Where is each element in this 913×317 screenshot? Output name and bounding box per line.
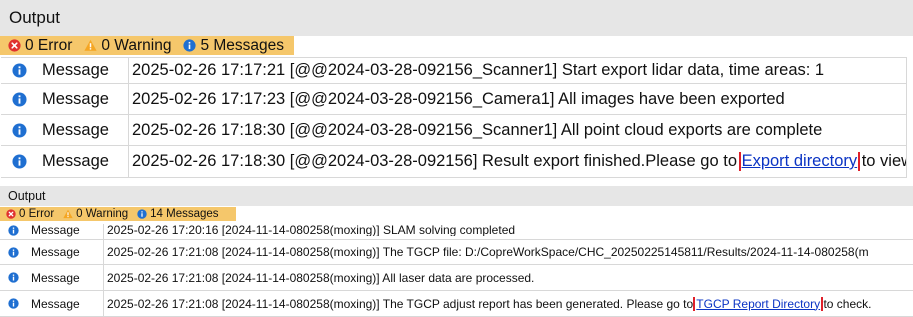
message-type-cell: Message [0,224,104,239]
filter-bar: 0 Error 0 Warning 14 Messages [0,207,236,221]
tgcp-report-directory-link[interactable]: TGCP Report Directory [693,296,824,311]
message-type-label: Message [31,270,80,285]
info-icon [8,298,19,309]
warning-filter-label: 0 Warning [101,36,172,54]
warning-filter-label: 0 Warning [76,208,129,220]
message-text: 2025-02-26 17:17:23 [@@2024-03-28-092156… [132,89,785,108]
table-row[interactable]: Message 2025-02-26 17:17:23 [@@2024-03-2… [1,84,907,115]
info-icon [137,209,147,219]
output-panel-top: Output 0 Error 0 Warning 5 Messages Mess… [0,0,913,178]
message-type-label: Message [31,296,80,311]
message-type-cell: Message [1,58,129,83]
error-filter-button[interactable]: 0 Error [8,37,72,55]
table-row[interactable]: Message 2025-02-26 17:18:30 [@@2024-03-2… [1,146,907,178]
panel-title-text: Output [8,189,46,203]
warning-filter-button[interactable]: 0 Warning [84,37,171,55]
panel-title: Output [0,0,913,36]
table-row[interactable]: Message 2025-02-26 17:17:21 [@@2024-03-2… [1,58,907,84]
error-icon [6,209,16,219]
info-icon [183,39,196,52]
error-icon [8,39,21,52]
warning-icon [63,209,73,219]
info-icon [12,154,27,169]
message-text-before: 2025-02-26 17:21:08 [2024-11-14-080258(m… [107,296,697,311]
panel-title-text: Output [9,8,61,27]
message-list: Message 2025-02-26 17:17:21 [@@2024-03-2… [1,57,907,178]
message-list: Message 2025-02-26 17:20:16 [2024-11-14-… [0,224,913,317]
message-type-cell: Message [1,146,129,177]
message-text: 2025-02-26 17:21:08 [2024-11-14-080258(m… [104,296,913,311]
info-icon [12,63,27,78]
message-type-label: Message [42,61,109,79]
table-row[interactable]: Message 2025-02-26 17:21:08 [2024-11-14-… [0,240,913,265]
message-text-after: to check. [820,296,872,311]
message-text: 2025-02-26 17:17:21 [@@2024-03-28-092156… [132,61,825,79]
table-row[interactable]: Message 2025-02-26 17:20:16 [2024-11-14-… [0,224,913,240]
message-type-cell: Message [1,115,129,145]
message-type-cell: Message [0,240,104,264]
message-text-before: 2025-02-26 17:18:30 [@@2024-03-28-092156… [132,152,742,170]
warning-filter-button[interactable]: 0 Warning [63,208,128,220]
panel-title: Output [0,186,913,206]
message-text: 2025-02-26 17:20:16 [2024-11-14-080258(m… [107,224,516,236]
message-text: 2025-02-26 17:18:30 [@@2024-03-28-092156… [129,152,907,171]
message-type-label: Message [42,152,109,170]
message-text: 2025-02-26 17:18:30 [@@2024-03-28-092156… [132,120,823,139]
info-icon [12,92,27,107]
message-text: 2025-02-26 17:21:08 [2024-11-14-080258(m… [107,270,535,285]
table-row[interactable]: Message 2025-02-26 17:18:30 [@@2024-03-2… [1,115,907,146]
messages-filter-button[interactable]: 14 Messages [137,208,219,220]
info-icon [12,123,27,138]
info-icon [8,272,19,283]
list-border [906,58,907,178]
message-type-label: Message [31,245,80,259]
error-filter-button[interactable]: 0 Error [6,208,54,220]
error-filter-label: 0 Error [25,36,73,54]
message-type-label: Message [42,89,109,108]
message-type-label: Message [31,224,80,237]
info-icon [8,225,19,236]
filter-bar: 0 Error 0 Warning 5 Messages [0,36,295,55]
warning-icon [84,39,97,52]
export-directory-link[interactable]: Export directory [738,152,861,171]
messages-filter-label: 5 Messages [200,36,285,54]
messages-filter-label: 14 Messages [150,208,219,220]
table-row[interactable]: Message 2025-02-26 17:21:08 [2024-11-14-… [0,265,913,291]
message-type-label: Message [42,120,109,139]
message-text: 2025-02-26 17:21:08 [2024-11-14-080258(m… [107,245,869,259]
info-icon [8,247,19,258]
message-text-after: to view! [861,152,907,170]
message-type-cell: Message [1,84,129,114]
message-type-cell: Message [0,265,104,290]
message-type-cell: Message [0,291,104,316]
error-filter-label: 0 Error [19,208,55,220]
table-row[interactable]: Message 2025-02-26 17:21:08 [2024-11-14-… [0,291,913,317]
messages-filter-button[interactable]: 5 Messages [183,37,284,55]
output-panel-bottom: Output 0 Error 0 Warning 14 Messages Mes… [0,186,913,317]
